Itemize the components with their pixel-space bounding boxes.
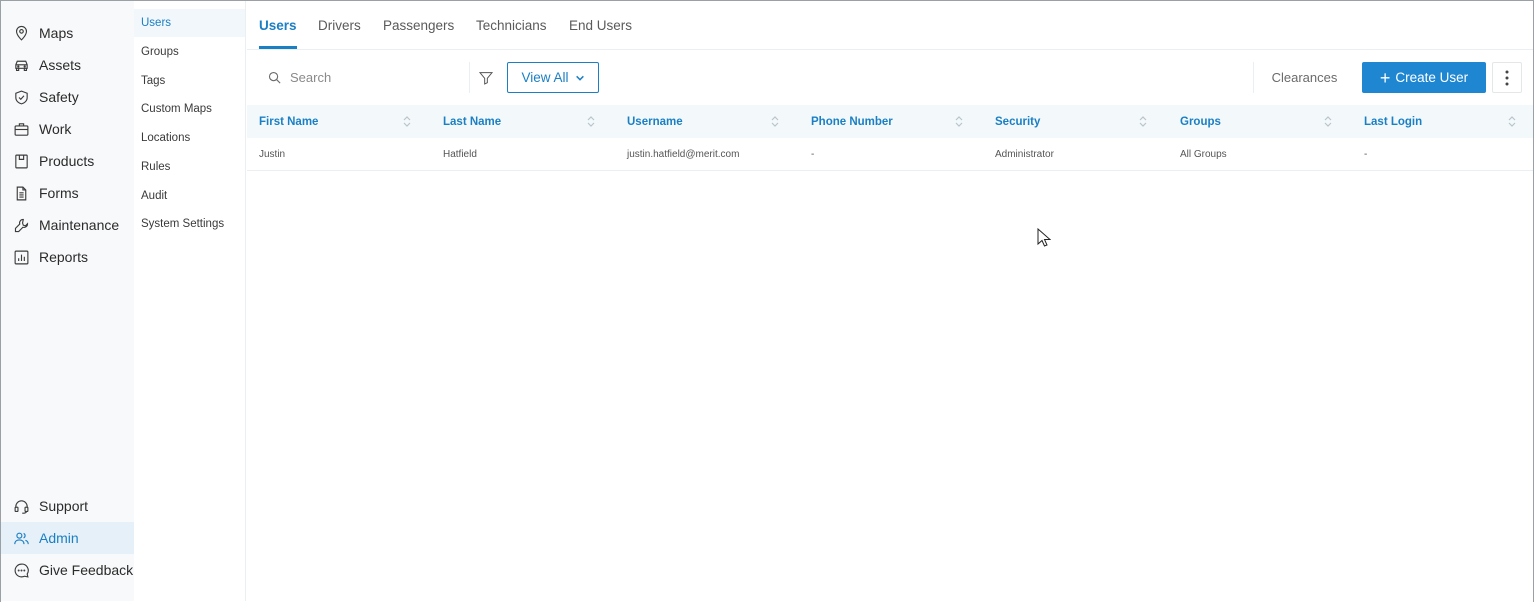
nav-item-reports[interactable]: Reports <box>1 241 134 273</box>
user-type-tabs: Users Drivers Passengers Technicians End… <box>247 1 1533 50</box>
plus-icon: + <box>1379 67 1391 88</box>
tab-technicians[interactable]: Technicians <box>476 1 547 50</box>
table-row[interactable]: Justin Hatfield justin.hatfield@merit.co… <box>247 138 1533 171</box>
create-user-button[interactable]: + Create User <box>1362 62 1486 93</box>
nav-item-label: Work <box>39 121 72 137</box>
nav-item-work[interactable]: Work <box>1 113 134 145</box>
map-pin-icon <box>12 24 30 42</box>
nav-item-maintenance[interactable]: Maintenance <box>1 209 134 241</box>
column-header-username[interactable]: Username <box>615 105 787 138</box>
document-icon <box>12 184 30 202</box>
sort-icon <box>1139 115 1147 128</box>
nav-item-label: Forms <box>39 185 79 201</box>
nav-item-products[interactable]: Products <box>1 145 134 177</box>
column-header-last-login[interactable]: Last Login <box>1352 105 1524 138</box>
column-header-security[interactable]: Security <box>983 105 1155 138</box>
column-header-first-name[interactable]: First Name <box>247 105 419 138</box>
nav-item-admin[interactable]: Admin <box>1 522 134 554</box>
sort-icon <box>955 115 963 128</box>
view-all-label: View All <box>521 70 569 85</box>
column-header-label: Last Name <box>443 115 502 128</box>
table-header: First Name Last Name Username Phone Numb… <box>247 105 1533 138</box>
nav-item-label: Assets <box>39 57 82 73</box>
cell-last-login: - <box>1364 149 1368 160</box>
nav-item-label: Admin <box>39 530 79 546</box>
headset-icon <box>12 497 30 515</box>
nav-item-give-feedback[interactable]: Give Feedback <box>1 554 134 586</box>
sort-icon <box>771 115 779 128</box>
subnav-item-system-settings[interactable]: System Settings <box>134 210 245 238</box>
nav-item-label: Maintenance <box>39 217 120 233</box>
search-input[interactable] <box>290 69 450 85</box>
column-header-label: Last Login <box>1364 115 1423 128</box>
column-header-label: First Name <box>259 115 319 128</box>
nav-item-support[interactable]: Support <box>1 490 134 522</box>
sort-icon <box>403 115 411 128</box>
column-header-label: Username <box>627 115 683 128</box>
nav-item-label: Safety <box>39 89 79 105</box>
users-icon <box>12 529 30 547</box>
nav-item-label: Give Feedback <box>39 562 134 578</box>
nav-item-label: Maps <box>39 25 74 41</box>
nav-item-forms[interactable]: Forms <box>1 177 134 209</box>
tab-end-users[interactable]: End Users <box>569 1 632 50</box>
column-header-last-name[interactable]: Last Name <box>431 105 603 138</box>
column-header-label: Security <box>995 115 1041 128</box>
cell-groups: All Groups <box>1180 149 1227 160</box>
shield-icon <box>12 88 30 106</box>
box-icon <box>12 152 30 170</box>
cell-last-name: Hatfield <box>443 149 477 160</box>
bar-chart-icon <box>12 248 30 266</box>
tab-users[interactable]: Users <box>259 1 297 50</box>
nav-item-safety[interactable]: Safety <box>1 81 134 113</box>
cell-username: justin.hatfield@merit.com <box>627 149 740 160</box>
cell-phone-number: - <box>811 149 815 160</box>
vertical-ellipsis-icon <box>1505 70 1509 85</box>
subnav-item-locations[interactable]: Locations <box>134 124 245 152</box>
briefcase-icon <box>12 120 30 138</box>
wrench-icon <box>12 216 30 234</box>
tab-passengers[interactable]: Passengers <box>383 1 454 50</box>
sort-icon <box>1324 115 1332 128</box>
subnav-item-users[interactable]: Users <box>134 9 245 37</box>
more-options-button[interactable] <box>1492 62 1522 93</box>
main-nav: Maps Assets Safety Work Products Forms M… <box>1 1 134 601</box>
nav-item-label: Support <box>39 498 89 514</box>
column-header-phone-number[interactable]: Phone Number <box>799 105 971 138</box>
cell-first-name: Justin <box>259 149 286 160</box>
mouse-cursor-icon <box>1037 228 1051 247</box>
clearances-button[interactable]: Clearances <box>1253 62 1355 93</box>
filter-icon <box>478 71 493 85</box>
subnav-item-groups[interactable]: Groups <box>134 38 245 66</box>
admin-subnav: Users Groups Tags Custom Maps Locations … <box>134 1 246 601</box>
car-icon <box>12 56 30 74</box>
filter-button[interactable] <box>469 62 501 93</box>
cell-security: Administrator <box>995 149 1054 160</box>
nav-item-maps[interactable]: Maps <box>1 17 134 49</box>
column-header-label: Phone Number <box>811 115 893 128</box>
chevron-down-icon <box>575 75 584 81</box>
sort-icon <box>1508 115 1516 128</box>
create-user-label: Create User <box>1395 70 1469 85</box>
view-all-dropdown[interactable]: View All <box>507 62 599 93</box>
subnav-item-audit[interactable]: Audit <box>134 182 245 210</box>
tab-drivers[interactable]: Drivers <box>318 1 361 50</box>
subnav-item-rules[interactable]: Rules <box>134 153 245 181</box>
column-header-label: Groups <box>1180 115 1221 128</box>
subnav-item-tags[interactable]: Tags <box>134 67 245 95</box>
column-header-groups[interactable]: Groups <box>1168 105 1340 138</box>
nav-item-label: Products <box>39 153 95 169</box>
sort-icon <box>587 115 595 128</box>
nav-item-label: Reports <box>39 249 89 265</box>
nav-item-assets[interactable]: Assets <box>1 49 134 81</box>
search-icon <box>268 71 281 84</box>
chat-icon <box>12 561 30 579</box>
subnav-item-custom-maps[interactable]: Custom Maps <box>134 95 245 123</box>
search-box <box>259 62 461 92</box>
users-table: First Name Last Name Username Phone Numb… <box>247 105 1533 171</box>
